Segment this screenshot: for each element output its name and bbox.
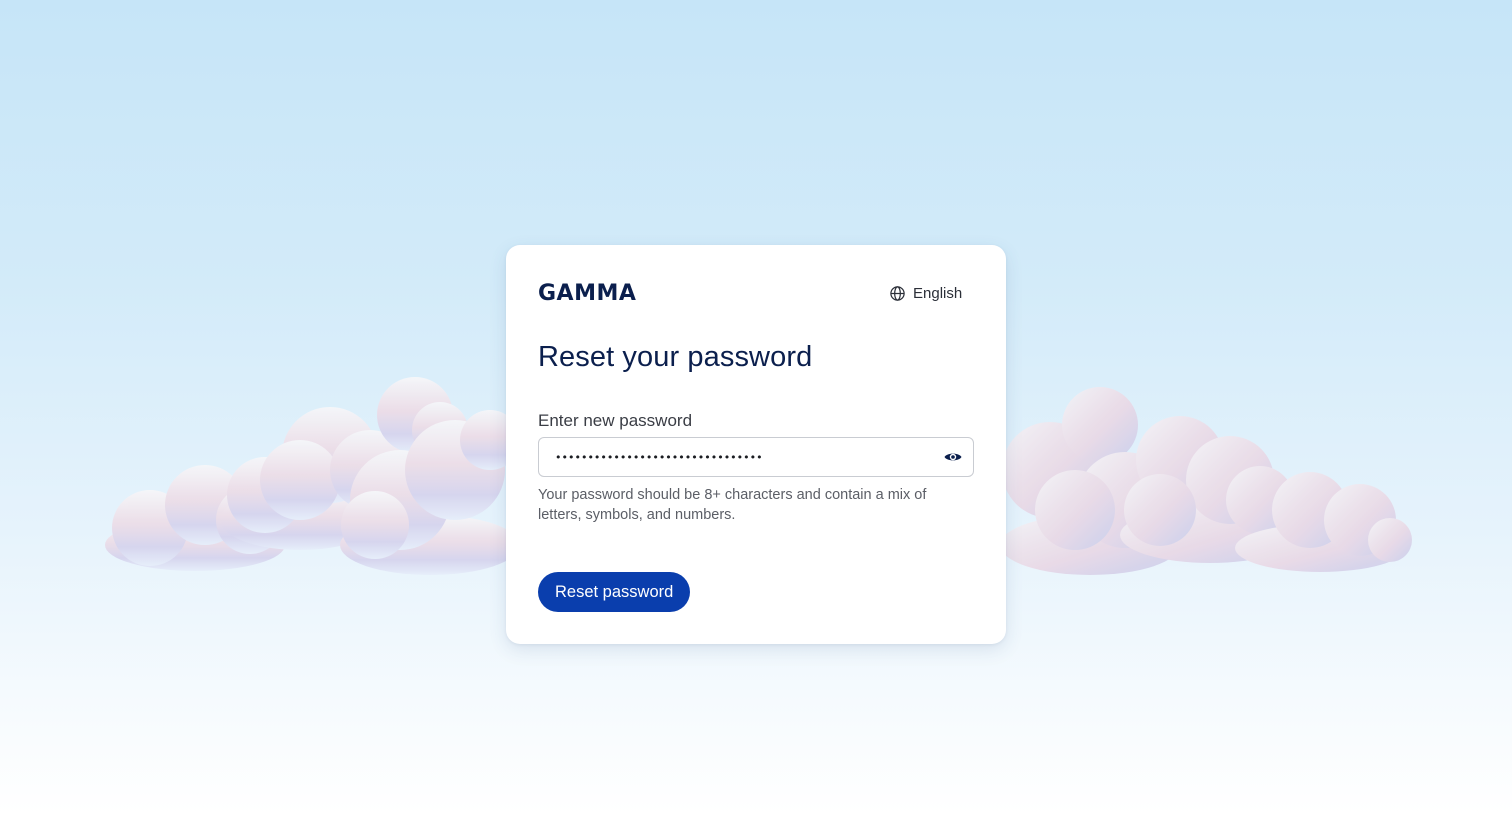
- reset-password-button[interactable]: Reset password: [538, 572, 691, 612]
- password-input[interactable]: [539, 438, 945, 476]
- reset-password-card: GAMMA English Reset your password Enter …: [506, 245, 1006, 644]
- gamma-logo: GAMMA: [538, 281, 640, 305]
- password-hint: Your password should be 8+ characters an…: [538, 487, 927, 523]
- password-label: Enter new password: [538, 411, 693, 430]
- globe-icon: [890, 285, 905, 301]
- eye-icon[interactable]: [943, 447, 963, 467]
- svg-text:GAMMA: GAMMA: [538, 281, 636, 305]
- page-title: Reset your password: [538, 341, 813, 373]
- language-label: English: [913, 284, 963, 302]
- password-field: [538, 437, 974, 477]
- language-selector[interactable]: English: [889, 281, 962, 305]
